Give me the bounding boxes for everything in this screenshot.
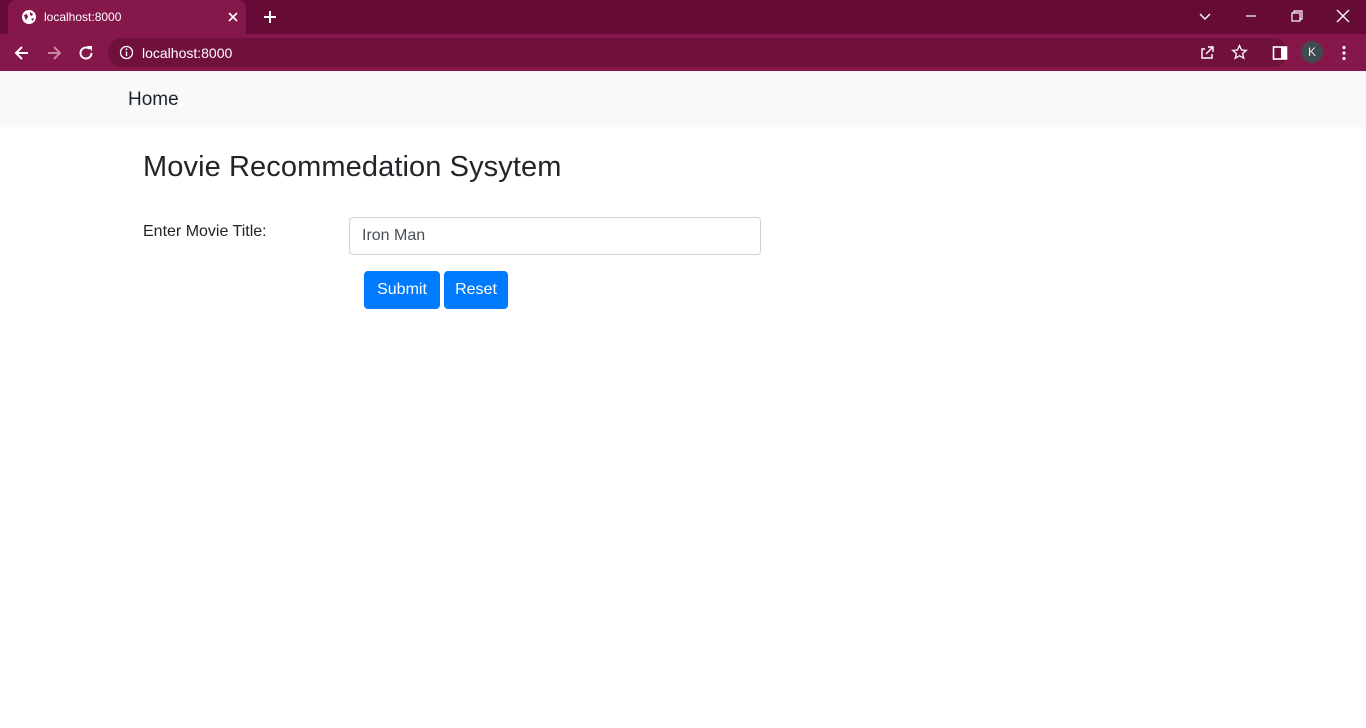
tab-search-icon[interactable] (1195, 6, 1215, 26)
page-title: Movie Recommedation Sysytem (143, 151, 562, 183)
reset-button[interactable]: Reset (444, 271, 508, 309)
home-link[interactable]: Home (128, 89, 179, 111)
new-tab-icon[interactable] (261, 8, 279, 26)
submit-button[interactable]: Submit (364, 271, 440, 309)
close-tab-icon[interactable] (225, 9, 241, 25)
address-bar[interactable]: localhost:8000 (108, 38, 1288, 67)
movie-title-label: Enter Movie Title: (143, 223, 267, 240)
movie-title-input[interactable] (349, 217, 761, 255)
navbar: Home (0, 71, 1366, 127)
bookmark-star-icon[interactable] (1230, 43, 1249, 62)
back-icon[interactable] (12, 43, 32, 63)
menu-dots-icon[interactable] (1334, 43, 1354, 63)
info-icon[interactable] (119, 45, 134, 60)
side-panel-icon[interactable] (1270, 43, 1290, 63)
minimize-icon[interactable] (1241, 6, 1261, 26)
forward-icon[interactable] (44, 43, 64, 63)
share-icon[interactable] (1198, 43, 1217, 62)
reload-icon[interactable] (76, 43, 96, 63)
tab-title: localhost:8000 (44, 10, 122, 24)
profile-avatar[interactable]: K (1301, 41, 1323, 63)
restore-icon[interactable] (1287, 6, 1307, 26)
globe-icon (22, 10, 36, 24)
close-window-icon[interactable] (1333, 6, 1353, 26)
browser-tab[interactable]: localhost:8000 (8, 0, 246, 34)
browser-titlebar: localhost:8000 (0, 0, 1366, 34)
address-url[interactable]: localhost:8000 (142, 45, 232, 61)
browser-toolbar: localhost:8000 K (0, 34, 1366, 71)
